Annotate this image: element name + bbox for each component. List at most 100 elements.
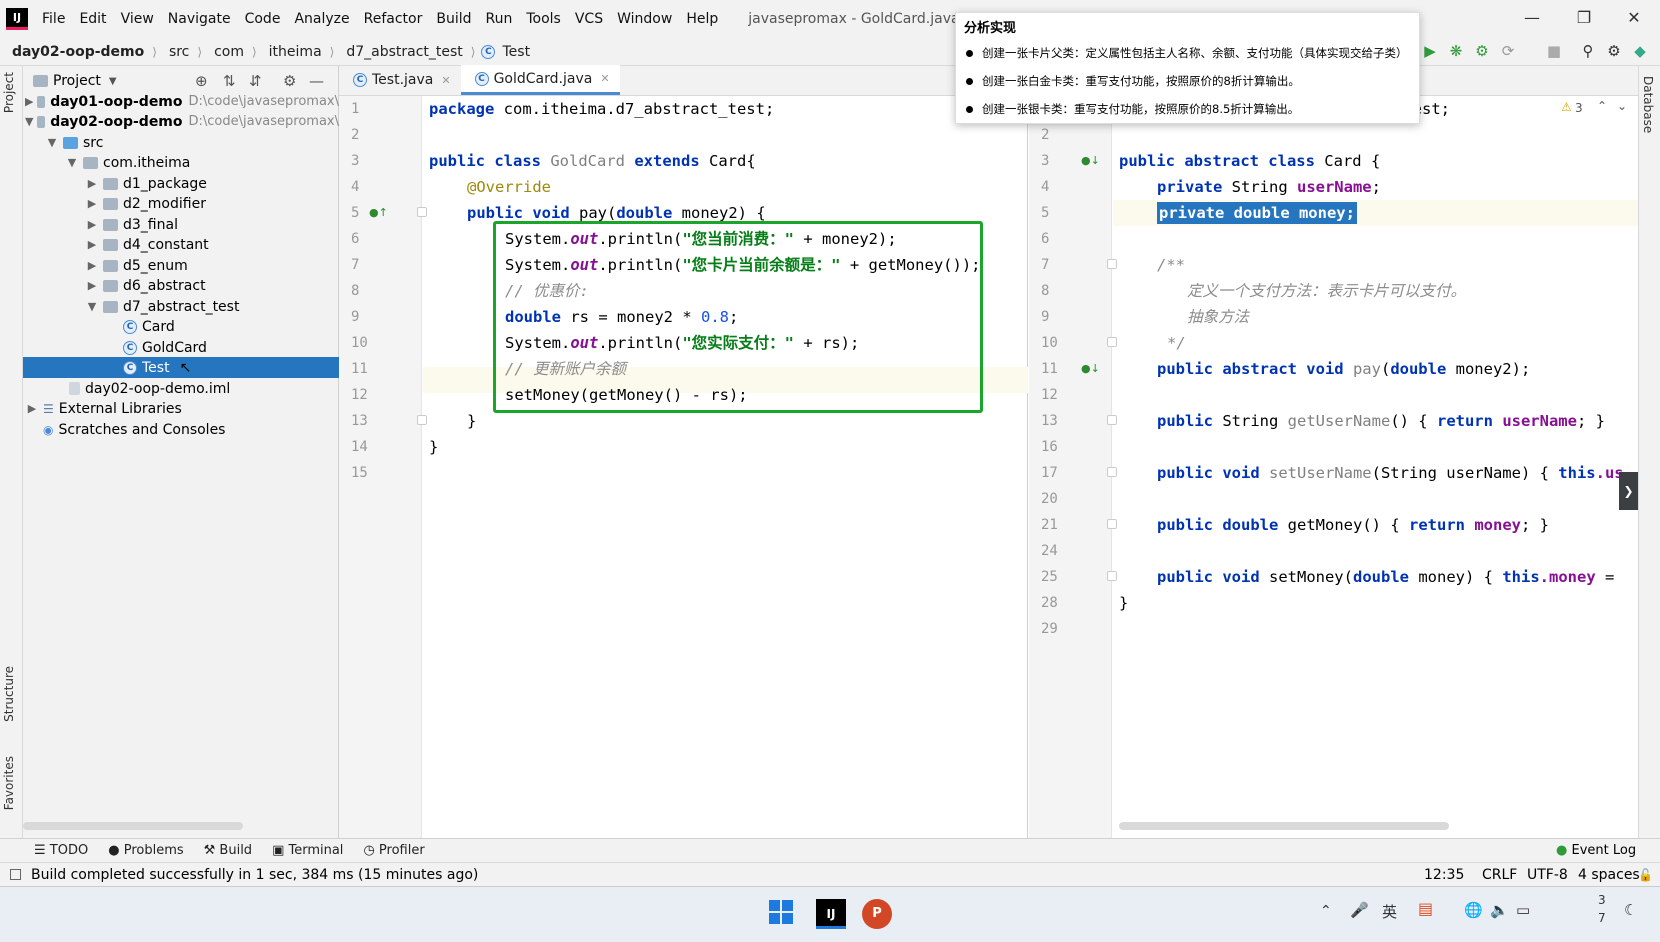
profiler-tab[interactable]: ◷ Profiler	[363, 843, 424, 858]
crumb-src[interactable]: src	[169, 44, 189, 60]
menu-edit[interactable]: Edit	[79, 11, 106, 27]
menu-code[interactable]: Code	[245, 11, 281, 27]
code-line-11[interactable]: public abstract void pay(double money2);	[1157, 356, 1530, 382]
editor-horizontal-scrollbar[interactable]	[1119, 822, 1449, 830]
close-window-icon[interactable]: ✕	[1614, 8, 1654, 27]
tree-item-card[interactable]: C Card	[23, 316, 339, 337]
file-encoding[interactable]: UTF-8	[1527, 867, 1568, 883]
menu-navigate[interactable]: Navigate	[168, 11, 231, 27]
tree-item-goldcard[interactable]: C GoldCard	[23, 337, 339, 358]
tree-item-src[interactable]: ▼ src	[23, 132, 339, 153]
close-tab-icon[interactable]: ✕	[441, 74, 450, 87]
crumb-itheima[interactable]: itheima	[269, 44, 322, 60]
tree-item-day02[interactable]: ▼ day02-oop-demo D:\code\javasepromax\	[23, 111, 339, 132]
tree-item-d6[interactable]: ▶ d6_abstract	[23, 275, 339, 296]
caret-position[interactable]: 12:35	[1424, 867, 1464, 883]
collapse-all-icon[interactable]: ⇵	[249, 72, 262, 90]
selected-text[interactable]: private double money;	[1157, 202, 1357, 224]
code-line-13[interactable]: }	[467, 408, 476, 434]
debug-icon[interactable]: ❋	[1446, 42, 1466, 62]
close-tab-icon[interactable]: ✕	[600, 72, 609, 85]
event-log-tab[interactable]: ● Event Log	[1556, 843, 1636, 858]
code-line-10[interactable]: */	[1167, 330, 1186, 356]
volume-icon[interactable]: 🔈	[1490, 901, 1509, 919]
wps-icon[interactable]: ▤	[1418, 899, 1433, 918]
favorites-side-tab[interactable]: Favorites	[2, 756, 16, 810]
menu-tools[interactable]: Tools	[526, 11, 561, 27]
clock-top[interactable]: 3	[1598, 893, 1606, 907]
gear-icon[interactable]: ⚙	[1604, 42, 1624, 62]
fold-icon[interactable]	[417, 415, 427, 425]
fold-icon[interactable]	[417, 207, 427, 217]
lock-icon[interactable]: 🔓	[1638, 868, 1653, 882]
code-line-25[interactable]: public void setMoney(double money) { thi…	[1157, 564, 1638, 590]
menu-refactor[interactable]: Refactor	[364, 11, 423, 27]
tree-item-test[interactable]: C Test ↖	[23, 357, 339, 378]
build-tab[interactable]: ⚒ Build	[204, 843, 252, 858]
indent-setting[interactable]: 4 spaces	[1578, 867, 1640, 883]
project-scrollbar[interactable]	[23, 822, 243, 830]
todo-tab[interactable]: ☰ TODO	[34, 843, 88, 858]
crumb-project[interactable]: day02-oop-demo	[12, 44, 144, 60]
project-panel-title[interactable]: Project	[53, 73, 101, 89]
menu-help[interactable]: Help	[686, 11, 718, 27]
fold-icon[interactable]	[1107, 415, 1117, 425]
code-line-8[interactable]: 定义一个支付方法：表示卡片可以支付。	[1187, 278, 1466, 304]
menu-build[interactable]: Build	[436, 11, 471, 27]
minimize-icon[interactable]: —	[1512, 8, 1552, 27]
code-line-28[interactable]: }	[1119, 590, 1128, 616]
menu-view[interactable]: View	[121, 11, 154, 27]
tree-item-external-libraries[interactable]: ▶ ☰ External Libraries	[23, 398, 339, 419]
menu-run[interactable]: Run	[486, 11, 513, 27]
ime-indicator[interactable]: 英	[1382, 901, 1397, 922]
tree-item-d5[interactable]: ▶ d5_enum	[23, 255, 339, 276]
menu-file[interactable]: File	[42, 11, 65, 27]
project-side-tab[interactable]: Project	[2, 72, 16, 113]
tab-test-java[interactable]: C Test.java ✕	[339, 65, 461, 95]
clock-bottom[interactable]: 7	[1598, 911, 1606, 925]
problems-tab[interactable]: ● Problems	[108, 843, 183, 858]
run-icon[interactable]: ▶	[1420, 42, 1440, 62]
menu-window[interactable]: Window	[617, 11, 672, 27]
structure-side-tab[interactable]: Structure	[2, 666, 16, 722]
line-separator[interactable]: CRLF	[1482, 867, 1517, 883]
database-side-tab[interactable]: Database	[1641, 76, 1655, 133]
crumb-package[interactable]: d7_abstract_test	[346, 44, 462, 60]
profiler-run-icon[interactable]: ⟳	[1498, 42, 1518, 62]
code-line-4[interactable]: private String userName;	[1157, 174, 1381, 200]
stop-icon[interactable]: ■	[1544, 42, 1564, 62]
hide-panel-icon[interactable]: —	[309, 72, 324, 90]
crumb-com[interactable]: com	[214, 44, 244, 60]
fold-icon[interactable]	[1107, 337, 1117, 347]
restore-icon[interactable]: ❐	[1564, 8, 1604, 27]
terminal-tab[interactable]: ▣ Terminal	[272, 843, 343, 858]
code-line-5[interactable]: private double money;	[1147, 200, 1357, 226]
fold-icon[interactable]	[1107, 467, 1117, 477]
crumb-class[interactable]: Test	[502, 44, 530, 60]
microphone-icon[interactable]: 🎤	[1350, 901, 1369, 919]
powerpoint-taskbar-icon[interactable]: P	[862, 899, 892, 929]
warning-icon[interactable]: ⚠	[1561, 100, 1572, 114]
code-line-7[interactable]: /**	[1157, 252, 1185, 278]
battery-icon[interactable]: ▭	[1516, 901, 1530, 919]
globe-icon[interactable]: 🌐	[1464, 901, 1483, 919]
implemented-marker-icon[interactable]: ●↓	[1081, 362, 1100, 375]
expand-panel-icon[interactable]: ❯	[1619, 472, 1638, 510]
code-line-21[interactable]: public double getMoney() { return money;…	[1157, 512, 1549, 538]
chevron-down-icon[interactable]: ⌄	[1617, 99, 1627, 113]
chevron-up-icon[interactable]: ⌃	[1597, 99, 1607, 113]
code-line-1[interactable]: package com.itheima.d7_abstract_test;	[429, 96, 774, 122]
code-line-14[interactable]: }	[429, 434, 438, 460]
fold-icon[interactable]	[1107, 259, 1117, 269]
tree-item-d2[interactable]: ▶ d2_modifier	[23, 193, 339, 214]
tree-item-com-itheima[interactable]: ▼ com.itheima	[23, 152, 339, 173]
chevron-down-icon[interactable]: ▼	[109, 76, 117, 87]
moon-icon[interactable]: ☾	[1624, 901, 1637, 919]
override-marker-icon[interactable]: ●↑	[369, 206, 388, 219]
tree-item-iml[interactable]: day02-oop-demo.iml	[23, 378, 339, 399]
tree-item-scratches[interactable]: ◉ Scratches and Consoles	[23, 419, 339, 440]
gear-icon[interactable]: ⚙	[283, 72, 296, 90]
windows-start-icon[interactable]	[768, 899, 798, 929]
search-icon[interactable]: ⚲	[1578, 42, 1598, 62]
code-line-3[interactable]: public abstract class Card {	[1119, 148, 1380, 174]
